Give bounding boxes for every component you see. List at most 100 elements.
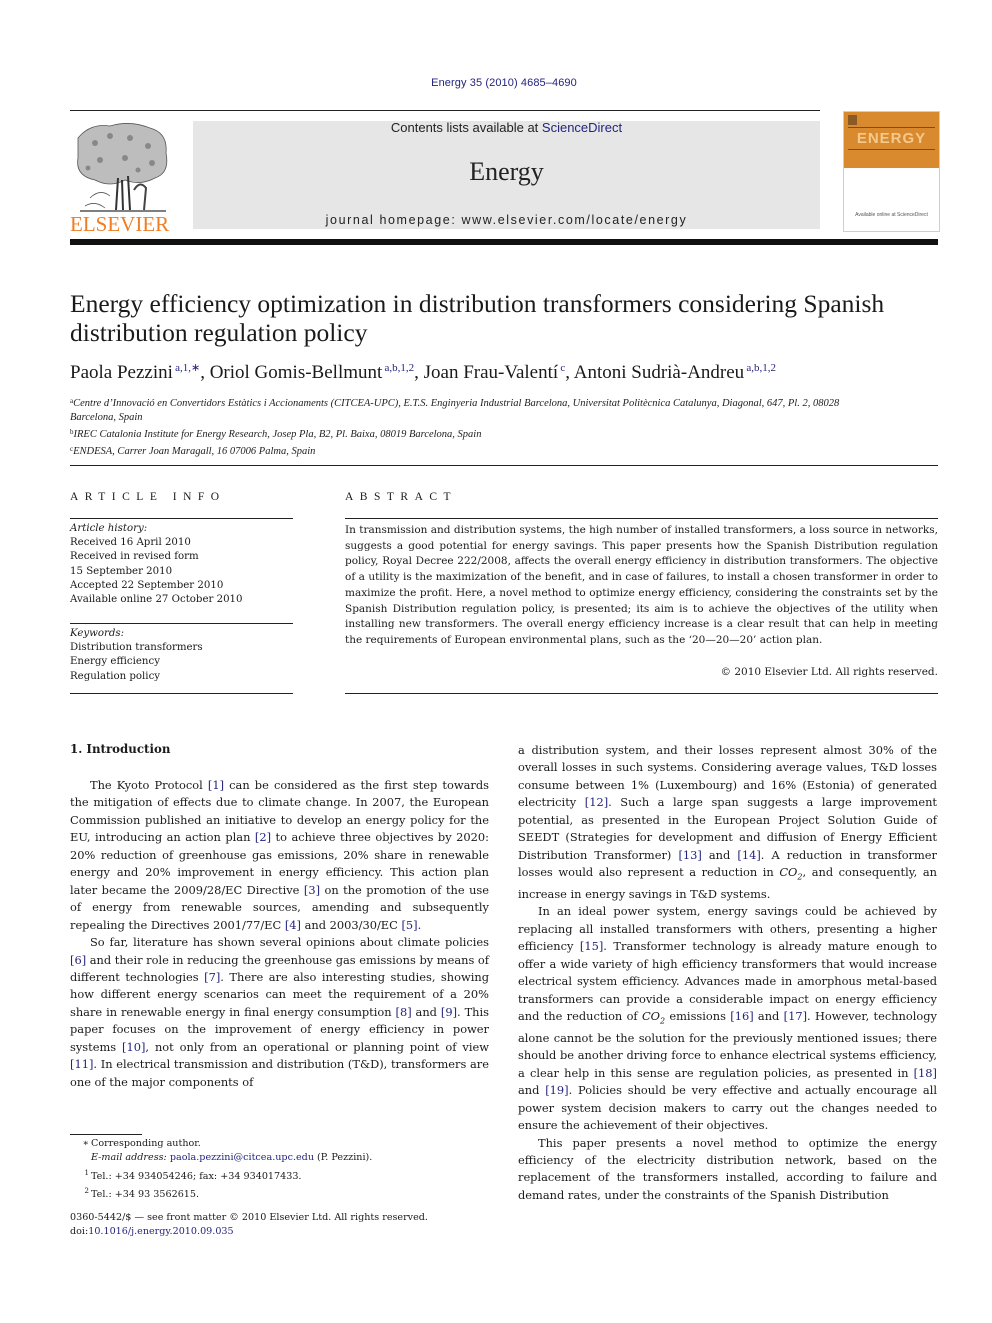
author-separator: , bbox=[565, 362, 574, 383]
abstract-rule bbox=[345, 693, 938, 694]
footnote-2: 2 Tel.: +34 93 3562615. bbox=[70, 1184, 490, 1202]
journal-citation-link[interactable]: Energy 35 (2010) 4685–4690 bbox=[0, 77, 992, 89]
footnote-mark: 2 bbox=[84, 1187, 89, 1196]
abstract-heading: ABSTRACT bbox=[345, 491, 458, 503]
cover-divider bbox=[848, 127, 935, 128]
body-paragraph: This paper presents a novel method to op… bbox=[518, 1135, 937, 1202]
affiliation-text: Centre d’Innovació en Convertidors Estàt… bbox=[70, 398, 840, 423]
author-name: Joan Frau-Valentí bbox=[423, 362, 559, 383]
chemical-formula: CO2 bbox=[779, 865, 803, 882]
cover-elsevier-emblem-icon bbox=[848, 115, 857, 125]
author-list: Paola Pezzini a,1,∗, Oriol Gomis-Bellmun… bbox=[70, 361, 950, 384]
history-item: Received 16 April 2010 bbox=[70, 537, 191, 549]
email-label: E-mail address: bbox=[91, 1152, 170, 1164]
cover-divider bbox=[848, 149, 935, 150]
article-info-heading: ARTICLE INFO bbox=[70, 491, 226, 503]
cover-footer: Available online at ScienceDirect bbox=[855, 212, 928, 218]
history-item: 15 September 2010 bbox=[70, 565, 173, 577]
footnote-email: E-mail address: paola.pezzini@citcea.upc… bbox=[70, 1151, 490, 1165]
abstract-copyright: © 2010 Elsevier Ltd. All rights reserved… bbox=[720, 666, 938, 678]
journal-name: Energy bbox=[469, 157, 544, 186]
footnote-mark: ∗ bbox=[82, 1138, 89, 1149]
citation-link[interactable]: [18] bbox=[914, 1066, 937, 1080]
footnote-mark: 1 bbox=[84, 1168, 89, 1177]
author-name: Antoni Sudrià-Andreu bbox=[573, 362, 745, 383]
affiliation-item: aCentre d’Innovació en Convertidors Està… bbox=[70, 394, 870, 425]
author-separator: , bbox=[414, 362, 424, 383]
cover-title: ENERGY bbox=[856, 130, 927, 147]
body-paragraph: a distribution system, and their losses … bbox=[518, 743, 938, 901]
chemical-formula: CO2 bbox=[641, 1009, 666, 1026]
doi-line: doi:10.1016/j.energy.2010.09.035 bbox=[70, 1225, 490, 1239]
citation-link[interactable]: [13] bbox=[678, 848, 701, 862]
contents-availability: Contents lists available at ScienceDirec… bbox=[193, 120, 820, 135]
footnote-1: 1 Tel.: +34 934054246; fax: +34 934017433… bbox=[70, 1166, 490, 1184]
doi-label: doi: bbox=[70, 1226, 89, 1238]
author-affiliation-marks[interactable]: a,b,1,2 bbox=[382, 362, 414, 374]
citation-link[interactable]: [4] bbox=[285, 918, 301, 932]
citation-link[interactable]: [6] bbox=[70, 953, 86, 967]
author-name: Oriol Gomis-Bellmunt bbox=[209, 362, 383, 383]
footnote-text: Tel.: +34 93 3562615. bbox=[91, 1189, 200, 1201]
body-paragraph: The Kyoto Protocol [1] can be considered… bbox=[70, 778, 489, 932]
affiliations: aCentre d’Innovació en Convertidors Està… bbox=[70, 394, 870, 459]
journal-cover-image[interactable]: ENERGY Available online at ScienceDirect bbox=[843, 111, 940, 232]
article-info-rule bbox=[70, 623, 293, 624]
abstract-rule bbox=[345, 518, 938, 519]
header-rule bbox=[70, 110, 820, 111]
author-name: Paola Pezzini bbox=[70, 362, 173, 383]
citation-link[interactable]: [3] bbox=[304, 883, 320, 897]
keywords-label: Keywords: bbox=[70, 628, 125, 639]
citation-link[interactable]: [15] bbox=[580, 939, 603, 953]
history-item: Available online 27 October 2010 bbox=[70, 594, 243, 606]
citation-link[interactable]: [19] bbox=[545, 1083, 568, 1097]
front-matter: 0360-5442/$ — see front matter © 2010 El… bbox=[70, 1211, 490, 1240]
citation-link[interactable]: [12] bbox=[585, 795, 608, 809]
body-paragraph: In an ideal power system, energy savings… bbox=[518, 904, 938, 1133]
author-affiliation-marks[interactable]: a,b,1,2 bbox=[744, 362, 776, 374]
citation-link[interactable]: [11] bbox=[70, 1057, 93, 1071]
affiliation-text: ENDESA, Carrer Joan Maragall, 16 07006 P… bbox=[73, 446, 316, 457]
citation-link[interactable]: [14] bbox=[737, 848, 760, 862]
elsevier-logo-text[interactable]: ELSEVIER bbox=[70, 212, 174, 237]
contents-prefix: Contents lists available at bbox=[390, 120, 542, 135]
abstract-text: In transmission and distribution systems… bbox=[345, 524, 938, 646]
history-item: Accepted 22 September 2010 bbox=[70, 579, 224, 591]
article-history: Article history: Received 16 April 2010 … bbox=[70, 522, 293, 607]
citation-link[interactable]: [10] bbox=[122, 1040, 145, 1054]
affiliation-item: cENDESA, Carrer Joan Maragall, 16 07006 … bbox=[70, 442, 870, 459]
sciencedirect-link[interactable]: ScienceDirect bbox=[542, 120, 622, 135]
journal-homepage-link[interactable]: journal homepage: www.elsevier.com/locat… bbox=[193, 213, 820, 227]
keyword-item: Distribution transformers bbox=[70, 642, 203, 654]
citation-link[interactable]: [9] bbox=[441, 1005, 457, 1019]
footnote-text: Corresponding author. bbox=[91, 1138, 201, 1149]
email-suffix: (P. Pezzini). bbox=[314, 1152, 373, 1164]
footnote-corresponding: ∗ Corresponding author. bbox=[70, 1137, 490, 1151]
author-affiliation-marks[interactable]: a,1,∗ bbox=[173, 362, 200, 374]
history-label: Article history: bbox=[70, 523, 148, 534]
citation-link[interactable]: [1] bbox=[208, 778, 224, 792]
doi-link[interactable]: 10.1016/j.energy.2010.09.035 bbox=[88, 1226, 233, 1237]
article-info-rule bbox=[70, 693, 293, 694]
citation-link[interactable]: [16] bbox=[730, 1009, 753, 1023]
citation-link[interactable]: [17] bbox=[784, 1009, 807, 1023]
footnote-text: Tel.: +34 934054246; fax: +34 934017433. bbox=[91, 1170, 302, 1182]
body-paragraph: So far, literature has shown several opi… bbox=[70, 935, 490, 1089]
affiliation-item: bIREC Catalonia Institute for Energy Res… bbox=[70, 425, 870, 442]
article-title: Energy efficiency optimization in distri… bbox=[70, 289, 885, 347]
body-column-left: The Kyoto Protocol [1] can be considered… bbox=[70, 777, 489, 1091]
body-column-right: a distribution system, and their losses … bbox=[518, 742, 937, 1204]
section-rule bbox=[70, 465, 938, 466]
citation-link[interactable]: [2] bbox=[255, 830, 271, 844]
header-thick-rule bbox=[70, 239, 938, 245]
citation-link[interactable]: [7] bbox=[204, 970, 220, 984]
author-separator: , bbox=[200, 362, 210, 383]
keywords: Keywords: Distribution transformers Ener… bbox=[70, 627, 293, 684]
author-email-link[interactable]: paola.pezzini@citcea.upc.edu bbox=[170, 1152, 314, 1163]
section-heading-introduction: 1. Introduction bbox=[70, 742, 171, 756]
footnotes: ∗ Corresponding author. E-mail address: p… bbox=[70, 1137, 490, 1203]
citation-link[interactable]: [8] bbox=[396, 1005, 412, 1019]
citation-link[interactable]: [5] bbox=[401, 918, 417, 932]
keyword-item: Regulation policy bbox=[70, 670, 161, 682]
issn-line: 0360-5442/$ — see front matter © 2010 El… bbox=[70, 1212, 428, 1223]
